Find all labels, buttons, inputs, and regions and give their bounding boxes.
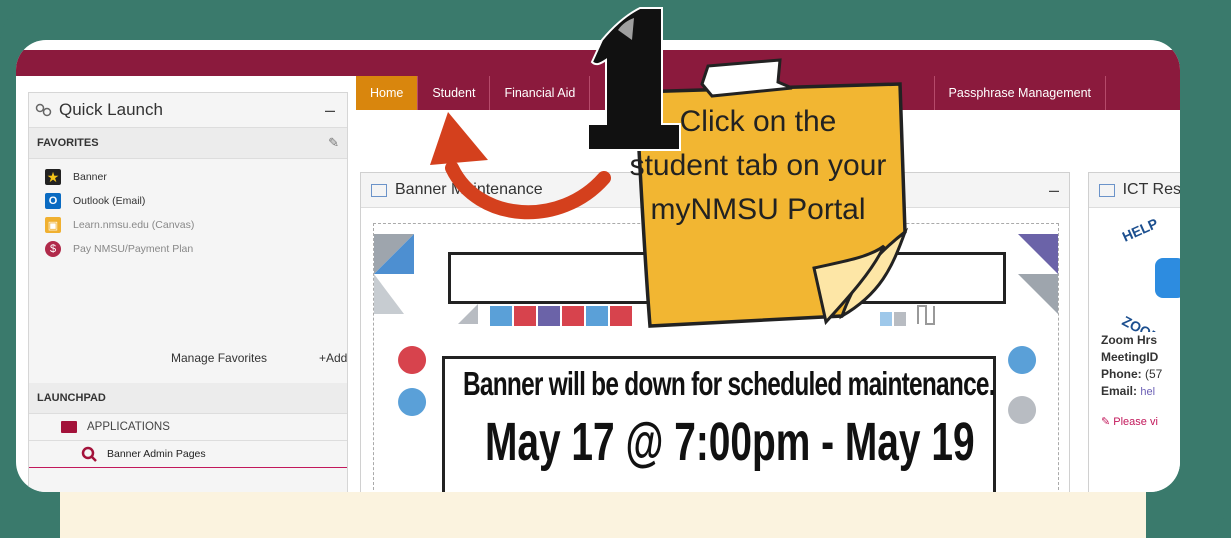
- annotation-overlay: [430, 7, 909, 328]
- curved-arrow-icon: [445, 161, 611, 220]
- arrow-head-icon: [430, 112, 488, 165]
- annotation-text: Click on the student tab on your myNMSU …: [629, 105, 887, 226]
